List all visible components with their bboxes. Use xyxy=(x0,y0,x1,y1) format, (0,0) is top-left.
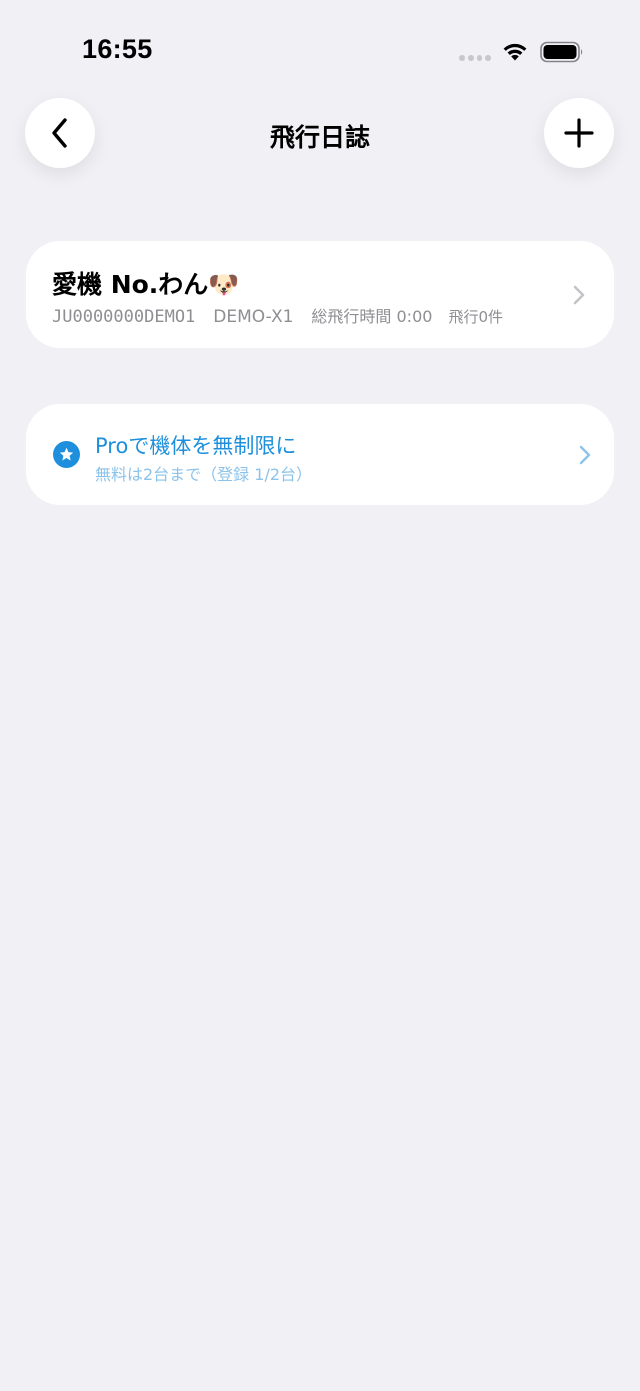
aircraft-flight-count: 飛行0件 xyxy=(448,308,503,326)
chevron-right-icon xyxy=(573,285,585,304)
aircraft-registration: JU0000000DEMO1 xyxy=(52,307,196,327)
pro-banner-subtitle: 無料は2台まで（登録 1/2台） xyxy=(95,465,313,484)
aircraft-name: 愛機 No.わん🐶 xyxy=(52,270,240,299)
add-aircraft-button[interactable] xyxy=(544,98,614,168)
aircraft-row[interactable]: 愛機 No.わん🐶 JU0000000DEMO1 DEMO-X1 総飛行時間 0… xyxy=(26,241,614,348)
plus-icon xyxy=(564,118,594,148)
chevron-right-icon xyxy=(579,445,591,464)
battery-icon xyxy=(540,41,583,63)
aircraft-meta: JU0000000DEMO1 DEMO-X1 総飛行時間 0:00 飛行0件 xyxy=(52,303,503,327)
star-icon xyxy=(53,441,80,468)
aircraft-total-flight-time: 総飛行時間 0:00 xyxy=(311,307,433,326)
wifi-icon xyxy=(503,43,527,61)
pro-upgrade-banner[interactable]: Proで機体を無制限に 無料は2台まで（登録 1/2台） xyxy=(26,404,614,505)
aircraft-model: DEMO-X1 xyxy=(213,307,294,327)
status-bar: 16:55 xyxy=(0,0,640,100)
status-time: 16:55 xyxy=(82,34,153,64)
pro-banner-title: Proで機体を無制限に xyxy=(95,434,297,458)
cellular-signal-icon xyxy=(459,55,491,63)
